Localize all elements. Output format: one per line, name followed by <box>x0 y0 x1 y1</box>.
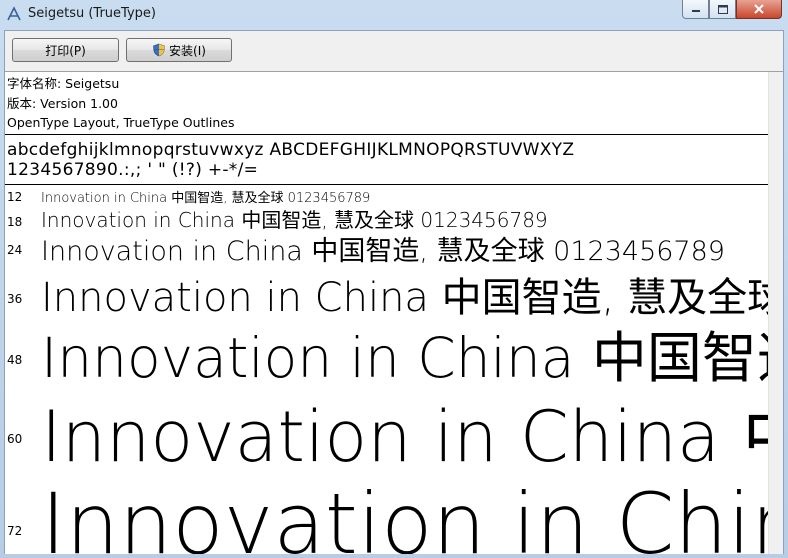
window-title: Seigetsu (TrueType) <box>28 6 156 21</box>
sample-text: Innovation in China 中国智造, 慧及全球 012345678… <box>41 236 725 267</box>
sample-size-label: 12 <box>7 190 23 204</box>
maximize-button[interactable] <box>709 0 736 19</box>
font-name: 字体名称: Seigetsu <box>7 76 120 91</box>
font-file-icon <box>6 6 22 22</box>
print-button-label: 打印(P) <box>45 43 86 58</box>
minimize-icon <box>691 10 700 12</box>
sample-size-label: 36 <box>7 292 23 306</box>
title-bar[interactable]: Seigetsu (TrueType) <box>0 0 788 30</box>
divider <box>5 134 769 135</box>
client-area: 打印(P) 安装(I) 字体名称: Seigetsu 版本: Version 1… <box>4 30 784 554</box>
charset-digits-symbols: 1234567890.:,; ' " (!?) +-*/= <box>7 160 259 180</box>
shield-icon <box>152 43 166 57</box>
print-button[interactable]: 打印(P) <box>12 38 119 62</box>
vertical-scrollbar[interactable] <box>768 72 783 554</box>
charset-letters: abcdefghijklmnopqrstuvwxyz ABCDEFGHIJKLM… <box>7 140 575 160</box>
install-button-label: 安装(I) <box>169 43 206 58</box>
font-viewer-window: Seigetsu (TrueType) 打印(P) 安装(I) 字体名称: Se… <box>0 0 788 558</box>
sample-size-label: 18 <box>7 215 23 229</box>
font-preview-pane[interactable]: 字体名称: Seigetsu 版本: Version 1.00 OpenType… <box>5 71 783 554</box>
sample-size-label: 60 <box>7 432 23 446</box>
font-info: 字体名称: Seigetsu 版本: Version 1.00 OpenType… <box>7 74 234 133</box>
close-icon <box>754 4 764 14</box>
sample-size-label: 48 <box>7 353 23 367</box>
sample-size-label: 72 <box>7 524 23 538</box>
maximize-icon <box>717 4 728 14</box>
minimize-button[interactable] <box>682 0 709 19</box>
font-version: 版本: Version 1.00 <box>7 95 118 111</box>
toolbar: 打印(P) 安装(I) <box>5 31 783 71</box>
close-button[interactable] <box>736 0 782 19</box>
sample-text: Innovation in China 中国智造, 慧及全球 012345678… <box>41 475 769 554</box>
font-outlines: OpenType Layout, TrueType Outlines <box>7 115 235 130</box>
sample-size-label: 24 <box>7 243 23 257</box>
sample-list: 12 Innovation in China 中国智造, 慧及全球 012345… <box>5 185 769 554</box>
install-button[interactable]: 安装(I) <box>126 38 232 62</box>
character-set: abcdefghijklmnopqrstuvwxyz ABCDEFGHIJKLM… <box>7 140 574 180</box>
